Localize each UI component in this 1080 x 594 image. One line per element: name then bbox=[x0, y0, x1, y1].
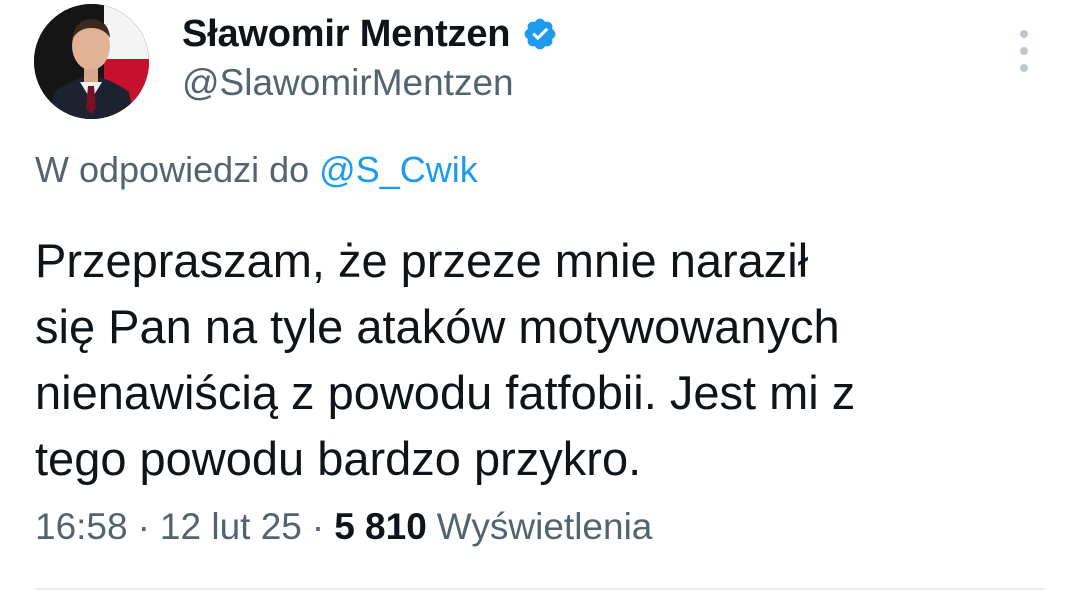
more-dot bbox=[1020, 64, 1028, 72]
tweet-meta: 16:58 · 12 lut 25 · 5 810 Wyświetlenia bbox=[35, 506, 652, 548]
author-name-row: Sławomir Mentzen bbox=[182, 10, 558, 58]
author-display-name[interactable]: Sławomir Mentzen bbox=[182, 13, 511, 56]
tweet-text: Przepraszam, że przeze mnie naraził się … bbox=[35, 234, 856, 485]
more-dot bbox=[1020, 30, 1028, 38]
views-label[interactable]: Wyświetlenia bbox=[437, 506, 653, 548]
divider bbox=[35, 588, 1045, 590]
tweet-card: Sławomir Mentzen @SlawomirMentzen W odpo… bbox=[0, 0, 1080, 594]
avatar-photo-icon bbox=[34, 4, 149, 119]
tweet-date[interactable]: 12 lut 25 bbox=[160, 506, 302, 548]
meta-separator: · bbox=[311, 506, 325, 547]
more-vertical-icon[interactable] bbox=[1010, 30, 1038, 72]
more-dot bbox=[1020, 47, 1028, 55]
reply-to-handle-link[interactable]: @S_Cwik bbox=[319, 149, 478, 190]
reply-prefix: W odpowiedzi do bbox=[35, 149, 310, 190]
author-handle[interactable]: @SlawomirMentzen bbox=[182, 62, 514, 104]
reply-context: W odpowiedzi do @S_Cwik bbox=[35, 149, 478, 191]
views-count[interactable]: 5 810 bbox=[334, 506, 427, 548]
meta-separator: · bbox=[137, 506, 150, 547]
verified-badge-icon[interactable] bbox=[522, 16, 558, 52]
tweet-time[interactable]: 16:58 bbox=[35, 506, 128, 548]
avatar[interactable] bbox=[34, 4, 149, 119]
